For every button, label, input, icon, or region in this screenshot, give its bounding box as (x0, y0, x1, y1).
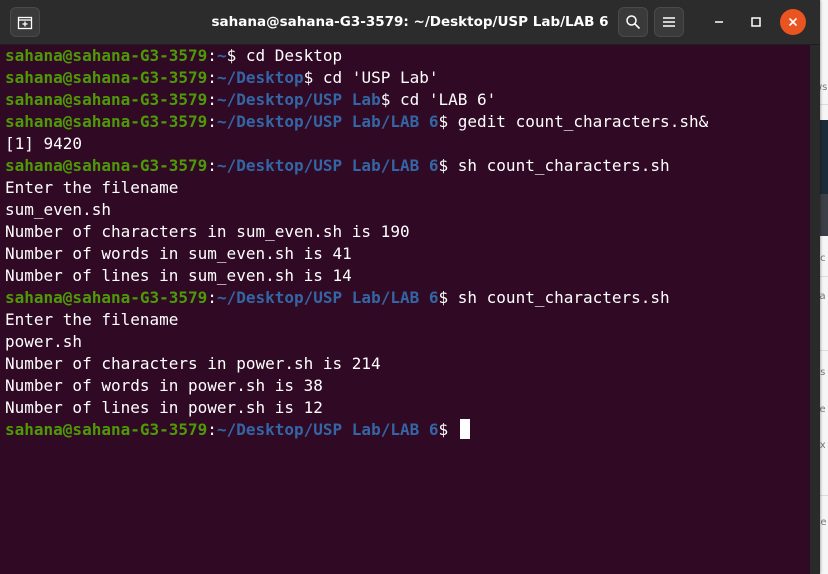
prompt-user: sahana@sahana-G3-3579 (5, 420, 208, 439)
command-text: cd Desktop (245, 46, 343, 65)
prompt-path: ~/Desktop/USP Lab/LAB 6 (216, 112, 439, 131)
prompt-line: sahana@sahana-G3-3579:~/Desktop/USP Lab$… (5, 90, 497, 109)
command-text: gedit count_characters.sh& (457, 112, 709, 131)
close-icon (788, 17, 798, 27)
title-bar[interactable]: sahana@sahana-G3-3579: ~/Desktop/USP Lab… (0, 0, 820, 45)
prompt-user: sahana@sahana-G3-3579 (5, 46, 208, 65)
menu-button[interactable] (654, 7, 684, 37)
minimize-button[interactable] (704, 7, 734, 37)
command-text: cd 'LAB 6' (399, 90, 497, 109)
terminal-output[interactable]: sahana@sahana-G3-3579:~$ cd Desktop sahan… (0, 45, 810, 574)
prompt-user: sahana@sahana-G3-3579 (5, 156, 208, 175)
prompt-path: ~/Desktop (216, 68, 304, 87)
prompt-user: sahana@sahana-G3-3579 (5, 90, 208, 109)
output-line: Number of words in sum_even.sh is 41 (5, 244, 352, 263)
hamburger-menu-icon (663, 17, 675, 27)
prompt-path: ~/Desktop/USP Lab/LAB 6 (216, 156, 439, 175)
prompt-user: sahana@sahana-G3-3579 (5, 68, 208, 87)
minimize-icon (715, 21, 723, 23)
prompt-user: sahana@sahana-G3-3579 (5, 288, 208, 307)
output-line: Number of lines in sum_even.sh is 14 (5, 266, 352, 285)
scrollbar[interactable] (810, 45, 820, 574)
output-line: Enter the filename (5, 310, 179, 329)
output-line: Number of lines in power.sh is 12 (5, 398, 323, 417)
output-line: Number of characters in sum_even.sh is 1… (5, 222, 410, 241)
command-text: sh count_characters.sh (457, 288, 670, 307)
output-line: Enter the filename (5, 178, 179, 197)
output-line: [1] 9420 (5, 134, 83, 153)
window-title: sahana@sahana-G3-3579: ~/Desktop/USP Lab… (211, 14, 609, 30)
close-button[interactable] (780, 9, 806, 35)
terminal-window: sahana@sahana-G3-3579: ~/Desktop/USP Lab… (0, 0, 820, 574)
command-text: cd 'USP Lab' (322, 68, 439, 87)
prompt-line: sahana@sahana-G3-3579:~/Desktop/USP Lab/… (5, 156, 670, 175)
maximize-button[interactable] (741, 7, 771, 37)
prompt-line: sahana@sahana-G3-3579:~/Desktop/USP Lab/… (5, 288, 670, 307)
command-text: sh count_characters.sh (457, 156, 670, 175)
output-line: power.sh (5, 332, 83, 351)
prompt-path: ~ (216, 46, 227, 65)
prompt-line: sahana@sahana-G3-3579:~/Desktop/USP Lab/… (5, 419, 470, 441)
prompt-path: ~/Desktop/USP Lab (216, 90, 381, 109)
maximize-icon (751, 17, 761, 27)
prompt-path: ~/Desktop/USP Lab/LAB 6 (216, 420, 439, 439)
prompt-path: ~/Desktop/USP Lab/LAB 6 (216, 288, 439, 307)
output-line: Number of words in power.sh is 38 (5, 376, 323, 395)
prompt-user: sahana@sahana-G3-3579 (5, 112, 208, 131)
output-line: sum_even.sh (5, 200, 111, 219)
prompt-line: sahana@sahana-G3-3579:~/Desktop$ cd 'USP… (5, 68, 439, 87)
search-icon (626, 15, 641, 30)
search-button[interactable] (618, 7, 648, 37)
prompt-line: sahana@sahana-G3-3579:~/Desktop/USP Lab/… (5, 112, 709, 131)
prompt-line: sahana@sahana-G3-3579:~$ cd Desktop (5, 46, 343, 65)
output-line: Number of characters in power.sh is 214 (5, 354, 381, 373)
text-cursor (459, 419, 470, 439)
